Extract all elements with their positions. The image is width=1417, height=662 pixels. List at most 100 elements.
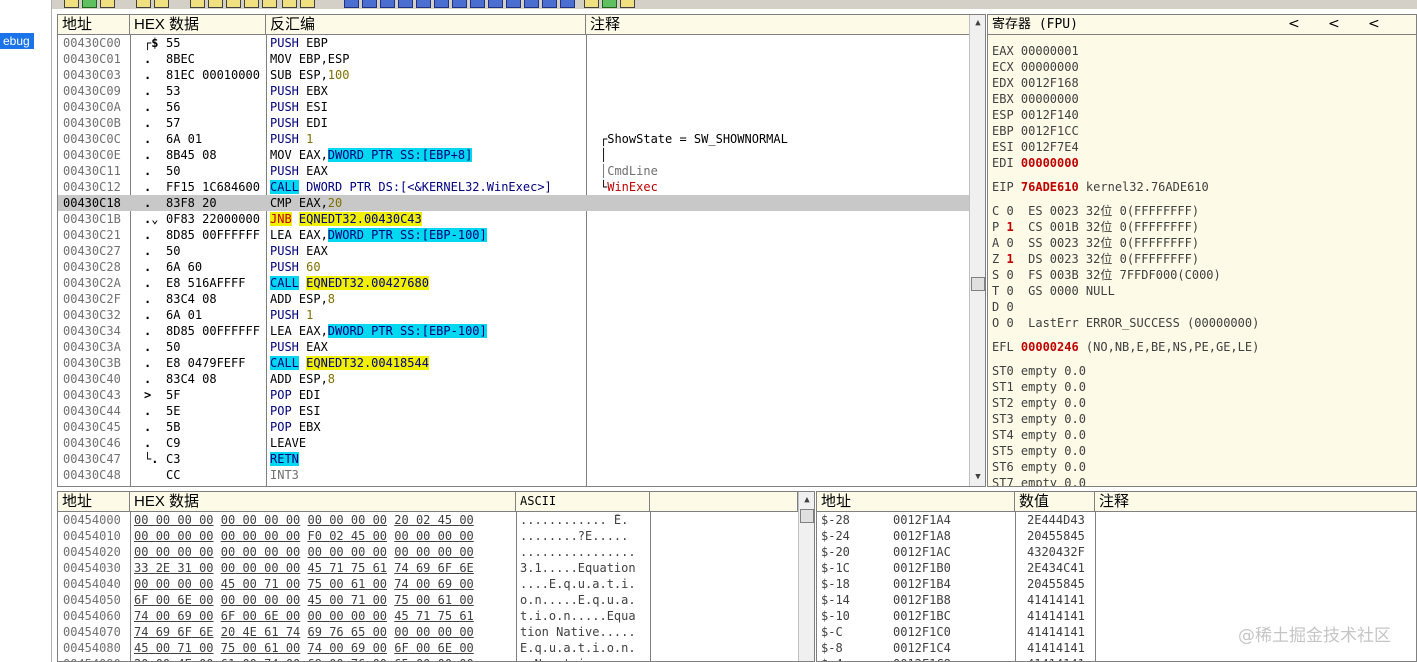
toolbar-button[interactable] bbox=[154, 0, 169, 8]
disasm-row[interactable]: 00430C32. 6A 01 PUSH 1 bbox=[58, 307, 970, 323]
toolbar-button[interactable] bbox=[542, 0, 557, 8]
dump-row[interactable]: 00454020 00 00 00 00 00 00 00 00 00 00 00… bbox=[58, 544, 798, 560]
register-line[interactable]: ST6 empty 0.0 bbox=[992, 459, 1086, 475]
toolbar-button[interactable] bbox=[344, 0, 359, 8]
cpu-scrollbar[interactable]: ▲ ▼ bbox=[969, 15, 985, 486]
cpu-disassembly-pane[interactable]: 地址 HEX 数据 反汇编 注释 00430C00 ┌$ 55 PUSH EBP 004… bbox=[57, 14, 986, 487]
toolbar-button[interactable] bbox=[208, 0, 223, 8]
memory-dump-pane[interactable]: 地址 HEX 数据 ASCII 00454000 00 00 00 00 00 0… bbox=[57, 491, 815, 662]
toolbar-button[interactable] bbox=[380, 0, 395, 8]
toolbar-button[interactable] bbox=[64, 0, 79, 8]
dump-row[interactable]: 00454080 45 00 71 00 75 00 61 00 74 00 69… bbox=[58, 640, 798, 656]
toolbar-button[interactable] bbox=[300, 0, 315, 8]
disasm-row[interactable]: 00430C09. 53 PUSH EBX bbox=[58, 83, 970, 99]
disasm-row[interactable]: 00430C43 >5F POP EDI bbox=[58, 387, 970, 403]
register-line[interactable]: ST5 empty 0.0 bbox=[992, 443, 1086, 459]
toolbar-button[interactable] bbox=[244, 0, 259, 8]
scroll-down-icon[interactable]: ▼ bbox=[972, 471, 984, 483]
stack-row[interactable]: $-4 0012F1C8 41414141 bbox=[817, 656, 1416, 661]
disasm-row[interactable]: 00430C45. 5B POP EBX bbox=[58, 419, 970, 435]
register-line[interactable]: C 0 ES 0023 32位 0(FFFFFFFF) bbox=[992, 203, 1199, 219]
toolbar-button[interactable] bbox=[452, 0, 467, 8]
register-line[interactable]: EFL 00000246 (NO,NB,E,BE,NS,PE,GE,LE) bbox=[992, 339, 1259, 355]
register-line[interactable]: EIP 76ADE610 kernel32.76ADE610 bbox=[992, 179, 1209, 195]
dump-col-header-ascii[interactable]: ASCII bbox=[516, 492, 650, 512]
chevron-left-icon[interactable]: < bbox=[1368, 15, 1380, 34]
toolbar-button[interactable] bbox=[282, 0, 297, 8]
dump-col-header-hex[interactable]: HEX 数据 bbox=[130, 492, 516, 512]
stack-row[interactable]: $-28 0012F1A4 2E444D43 bbox=[817, 512, 1416, 528]
toolbar-button[interactable] bbox=[136, 0, 151, 8]
disasm-row[interactable]: 00430C01. 8BEC MOV EBP,ESP bbox=[58, 51, 970, 67]
stack-col-header-address[interactable]: 地址 bbox=[817, 492, 1015, 512]
disasm-row[interactable]: 00430C3B. E8 0479FEFF CALL EQNEDT32.004185… bbox=[58, 355, 970, 371]
register-line[interactable]: ECX 00000000 bbox=[992, 59, 1079, 75]
register-line[interactable]: EBP 0012F1CC bbox=[992, 123, 1079, 139]
disasm-row[interactable]: 00430C40. 83C4 08 ADD ESP,8 bbox=[58, 371, 970, 387]
dump-row[interactable]: 00454030 33 2E 31 00 00 00 00 00 45 71 75… bbox=[58, 560, 798, 576]
dump-row[interactable]: 00454050 6F 00 6E 00 00 00 00 00 45 00 71… bbox=[58, 592, 798, 608]
toolbar-button[interactable] bbox=[190, 0, 205, 8]
toolbar-button[interactable] bbox=[362, 0, 377, 8]
scroll-up-icon[interactable]: ▲ bbox=[801, 494, 813, 506]
disasm-row[interactable]: 00430C12. FF15 1C684600 CALL DWORD PTR DS:… bbox=[58, 179, 970, 195]
register-line[interactable]: P 1 CS 001B 32位 0(FFFFFFFF) bbox=[992, 219, 1199, 235]
disasm-row[interactable]: 00430C11. 50 PUSH EAX │CmdLine bbox=[58, 163, 970, 179]
toolbar-button[interactable] bbox=[560, 0, 575, 8]
dump-scrollbar[interactable]: ▲ bbox=[798, 492, 814, 661]
disasm-row[interactable]: 00430C03. 81EC 00010000 SUB ESP,100 bbox=[58, 67, 970, 83]
toolbar-button[interactable] bbox=[506, 0, 521, 8]
register-line[interactable]: Z 1 DS 0023 32位 0(FFFFFFFF) bbox=[992, 251, 1199, 267]
toolbar-button[interactable] bbox=[488, 0, 503, 8]
register-line[interactable]: ST7 empty 0.0 bbox=[992, 475, 1086, 486]
stack-row[interactable]: $-1C 0012F1B0 2E434C41 bbox=[817, 560, 1416, 576]
register-line[interactable]: ESP 0012F140 bbox=[992, 107, 1079, 123]
stack-row[interactable]: $-24 0012F1A8 20455845 bbox=[817, 528, 1416, 544]
dump-row[interactable]: 00454040 00 00 00 00 45 00 71 00 75 00 61… bbox=[58, 576, 798, 592]
dump-row[interactable]: 00454090 20 00 4E 00 61 00 74 00 69 00 76… bbox=[58, 656, 798, 661]
disasm-row[interactable]: 00430C1B .⌄ 0F83 22000000 JNB EQNEDT32.0043… bbox=[58, 211, 970, 227]
disasm-row[interactable]: 00430C00 ┌$ 55 PUSH EBP bbox=[58, 35, 970, 51]
toolbar-button[interactable] bbox=[620, 0, 635, 8]
dump-row[interactable]: 00454010 00 00 00 00 00 00 00 00 F0 02 45… bbox=[58, 528, 798, 544]
dump-col-header-address[interactable]: 地址 bbox=[58, 492, 130, 512]
col-header-hex[interactable]: HEX 数据 bbox=[130, 15, 266, 35]
disasm-row[interactable]: 00430C21. 8D85 00FFFFFF LEA EAX,DWORD PTR … bbox=[58, 227, 970, 243]
disasm-row[interactable]: 00430C28. 6A 60 PUSH 60 bbox=[58, 259, 970, 275]
toolbar-button[interactable] bbox=[584, 0, 599, 8]
register-line[interactable]: A 0 SS 0023 32位 0(FFFFFFFF) bbox=[992, 235, 1199, 251]
disasm-row[interactable]: 00430C2F. 83C4 08 ADD ESP,8 bbox=[58, 291, 970, 307]
disasm-row[interactable]: 00430C48 CC INT3 bbox=[58, 467, 970, 483]
disasm-row[interactable]: 00430C0E. 8B45 08 MOV EAX,DWORD PTR SS:[EB… bbox=[58, 147, 970, 163]
toolbar-button[interactable] bbox=[100, 0, 115, 8]
register-line[interactable]: O 0 LastErr ERROR_SUCCESS (00000000) bbox=[992, 315, 1259, 331]
toolbar-button[interactable] bbox=[82, 0, 97, 8]
disasm-row[interactable]: 00430C46. C9 LEAVE bbox=[58, 435, 970, 451]
dump-row[interactable]: 00454070 74 69 6F 6E 20 4E 61 74 69 76 65… bbox=[58, 624, 798, 640]
col-header-address[interactable]: 地址 bbox=[58, 15, 130, 35]
disasm-row[interactable]: 00430C0A. 56 PUSH ESI bbox=[58, 99, 970, 115]
register-line[interactable]: T 0 GS 0000 NULL bbox=[992, 283, 1115, 299]
toolbar-button[interactable] bbox=[470, 0, 485, 8]
register-line[interactable]: ST1 empty 0.0 bbox=[992, 379, 1086, 395]
chevron-left-icon[interactable]: < bbox=[1288, 15, 1300, 34]
dump-row[interactable]: 00454060 74 00 69 00 6F 00 6E 00 00 00 00… bbox=[58, 608, 798, 624]
toolbar-button[interactable] bbox=[262, 0, 277, 8]
disasm-row[interactable]: 00430C3A. 50 PUSH EAX bbox=[58, 339, 970, 355]
register-line[interactable]: ST2 empty 0.0 bbox=[992, 395, 1086, 411]
debug-tab[interactable]: ebug bbox=[0, 33, 34, 49]
toolbar-button[interactable] bbox=[398, 0, 413, 8]
toolbar-button[interactable] bbox=[524, 0, 539, 8]
scroll-up-icon[interactable]: ▲ bbox=[972, 17, 984, 29]
disasm-row[interactable]: 00430C2A. E8 516AFFFF CALL EQNEDT32.004276… bbox=[58, 275, 970, 291]
stack-col-header-value[interactable]: 数值 bbox=[1015, 492, 1095, 512]
scroll-thumb[interactable] bbox=[800, 509, 814, 523]
stack-row[interactable]: $-14 0012F1B8 41414141 bbox=[817, 592, 1416, 608]
toolbar-button[interactable] bbox=[226, 0, 241, 8]
register-line[interactable]: ESI 0012F7E4 bbox=[992, 139, 1079, 155]
register-line[interactable]: EDI 00000000 bbox=[992, 155, 1079, 171]
chevron-left-icon[interactable]: < bbox=[1328, 15, 1340, 34]
dump-row[interactable]: 00454000 00 00 00 00 00 00 00 00 00 00 00… bbox=[58, 512, 798, 528]
disasm-row[interactable]: 00430C34. 8D85 00FFFFFF LEA EAX,DWORD PTR … bbox=[58, 323, 970, 339]
register-line[interactable]: EDX 0012F168 bbox=[992, 75, 1079, 91]
